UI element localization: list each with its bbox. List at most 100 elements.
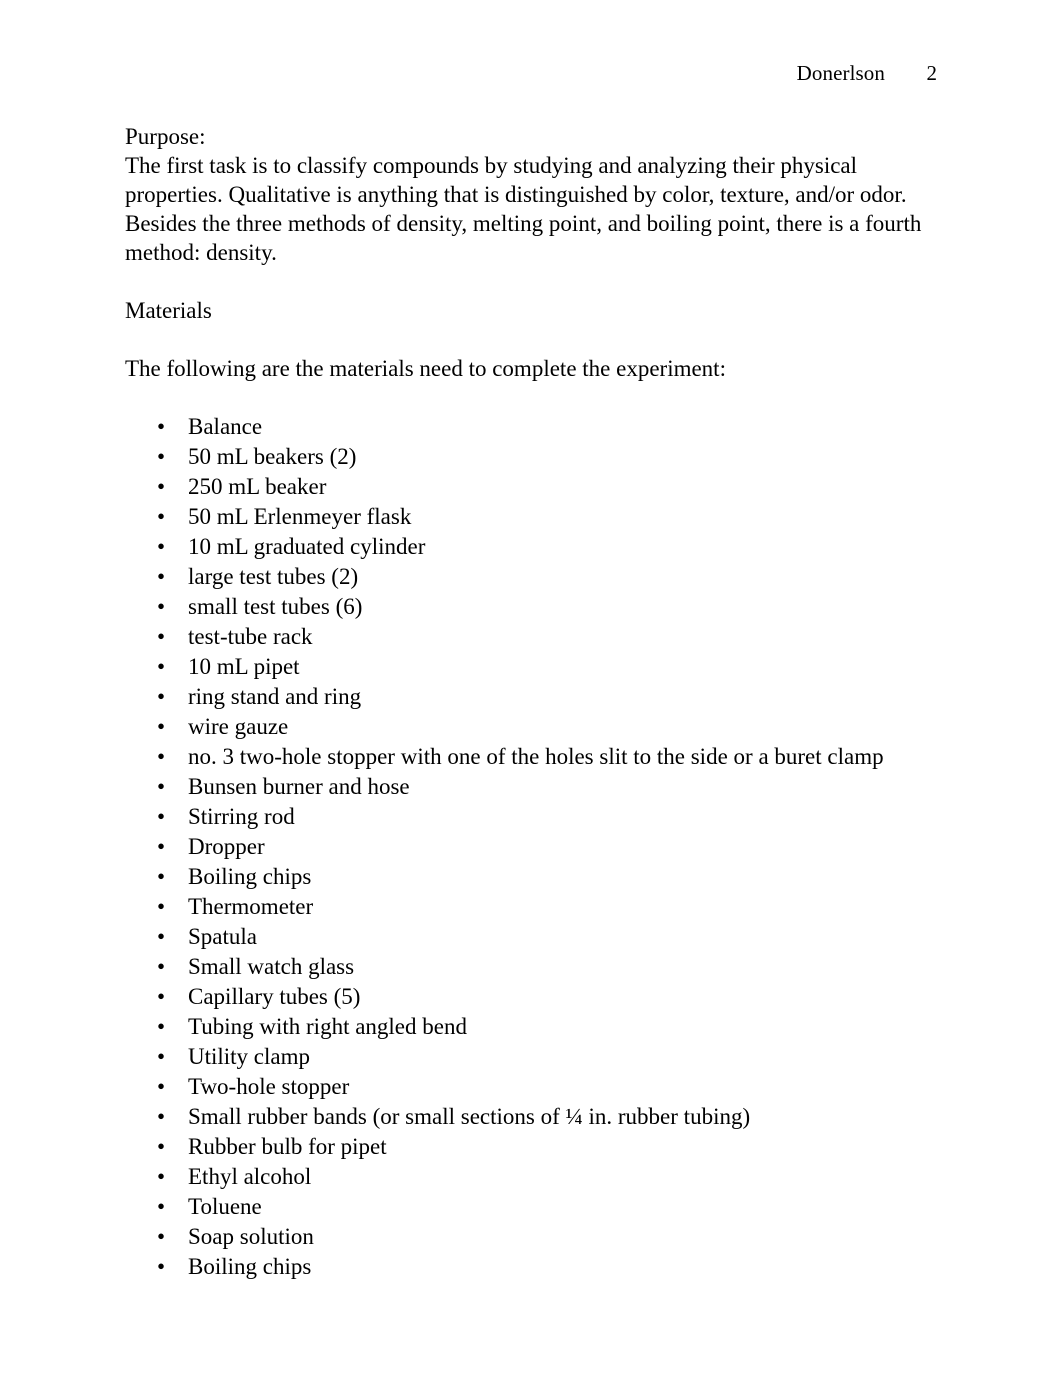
list-item-label: Small watch glass (188, 954, 355, 979)
list-item: • Small rubber bands (or small sections o… (125, 1102, 925, 1132)
header-author-name: Donerlson (796, 61, 885, 85)
list-item-label: 10 mL graduated cylinder (188, 534, 426, 559)
materials-lead-in: The following are the materials need to … (125, 356, 726, 381)
list-item: • Spatula (125, 922, 925, 952)
list-item-label: 50 mL beakers (2) (188, 444, 357, 469)
list-item-label: Boiling chips (188, 1254, 312, 1279)
materials-heading: Materials (125, 298, 212, 323)
list-item: • Balance (125, 412, 925, 442)
bullet-icon: • (157, 1014, 166, 1039)
bullet-icon: • (157, 744, 166, 769)
bullet-icon: • (157, 564, 166, 589)
list-item: • test-tube rack (125, 622, 925, 652)
bullet-icon: • (157, 1044, 166, 1069)
bullet-icon: • (157, 1134, 166, 1159)
bullet-icon: • (157, 624, 166, 649)
list-item: • 50 mL beakers (2) (125, 442, 925, 472)
list-item-label: large test tubes (2) (188, 564, 359, 589)
list-item: • Stirring rod (125, 802, 925, 832)
heading-spacer (125, 325, 925, 354)
bullet-icon: • (157, 1074, 166, 1099)
list-item: • small test tubes (6) (125, 592, 925, 622)
bullet-icon: • (157, 594, 166, 619)
list-item-label: Tubing with right angled bend (188, 1014, 467, 1039)
list-item-label: Balance (188, 414, 263, 439)
list-item: • Rubber bulb for pipet (125, 1132, 925, 1162)
list-item-label: Spatula (188, 924, 257, 949)
list-item-label: ring stand and ring (188, 684, 362, 709)
materials-list: • Balance • 50 mL beakers (2) • 250 mL beaker… (125, 412, 925, 1282)
bullet-icon: • (157, 1224, 166, 1249)
bullet-icon: • (157, 684, 166, 709)
list-item: • Two-hole stopper (125, 1072, 925, 1102)
list-item: • wire gauze (125, 712, 925, 742)
list-item: • Small watch glass (125, 952, 925, 982)
list-item-label: Stirring rod (188, 804, 295, 829)
purpose-label: Purpose: (125, 124, 206, 149)
list-item-label: Small rubber bands (or small sections of… (188, 1104, 751, 1129)
list-item-label: Rubber bulb for pipet (188, 1134, 387, 1159)
bullet-icon: • (157, 504, 166, 529)
bullet-icon: • (157, 954, 166, 979)
list-item: • Boiling chips (125, 1252, 925, 1282)
bullet-icon: • (157, 1104, 166, 1129)
list-item: • 250 mL beaker (125, 472, 925, 502)
bullet-icon: • (157, 1164, 166, 1189)
list-item-label: small test tubes (6) (188, 594, 363, 619)
running-header: Donerlson 2 (125, 60, 937, 86)
list-item: • ring stand and ring (125, 682, 925, 712)
list-item-label: Thermometer (188, 894, 314, 919)
list-item: • 10 mL graduated cylinder (125, 532, 925, 562)
list-item-label: Bunsen burner and hose (188, 774, 410, 799)
list-item: • Soap solution (125, 1222, 925, 1252)
list-item: • Toluene (125, 1192, 925, 1222)
bullet-icon: • (157, 534, 166, 559)
bullet-icon: • (157, 864, 166, 889)
list-item: • Utility clamp (125, 1042, 925, 1072)
list-item-label: Capillary tubes (5) (188, 984, 361, 1009)
list-item: • 50 mL Erlenmeyer flask (125, 502, 925, 532)
list-item-label: wire gauze (188, 714, 289, 739)
list-item-label: 250 mL beaker (188, 474, 327, 499)
purpose-paragraph: The first task is to classify compounds … (125, 153, 922, 265)
bullet-icon: • (157, 924, 166, 949)
bullet-icon: • (157, 1194, 166, 1219)
list-item-label: Soap solution (188, 1224, 314, 1249)
list-item: • no. 3 two-hole stopper with one of the … (125, 742, 925, 772)
list-item: • Dropper (125, 832, 925, 862)
bullet-icon: • (157, 804, 166, 829)
list-item: • Tubing with right angled bend (125, 1012, 925, 1042)
bullet-icon: • (157, 444, 166, 469)
header-page-number: 2 (926, 61, 938, 85)
list-item-label: 50 mL Erlenmeyer flask (188, 504, 412, 529)
list-item: • Ethyl alcohol (125, 1162, 925, 1192)
list-item-label: Ethyl alcohol (188, 1164, 312, 1189)
list-item: • Bunsen burner and hose (125, 772, 925, 802)
document-body: Purpose: The first task is to classify c… (125, 122, 925, 1282)
document-page: Donerlson 2 Purpose: The first task is t… (0, 0, 1062, 1376)
list-item: • 10 mL pipet (125, 652, 925, 682)
list-item-label: Boiling chips (188, 864, 312, 889)
bullet-icon: • (157, 984, 166, 1009)
bullet-icon: • (157, 474, 166, 499)
bullet-icon: • (157, 1254, 166, 1279)
list-item: • Capillary tubes (5) (125, 982, 925, 1012)
bullet-icon: • (157, 834, 166, 859)
list-item: • large test tubes (2) (125, 562, 925, 592)
list-item: • Boiling chips (125, 862, 925, 892)
bullet-icon: • (157, 714, 166, 739)
bullet-icon: • (157, 894, 166, 919)
list-item-label: Toluene (188, 1194, 262, 1219)
bullet-icon: • (157, 654, 166, 679)
list-item-label: 10 mL pipet (188, 654, 300, 679)
list-item-label: Two-hole stopper (188, 1074, 350, 1099)
list-item-label: Dropper (188, 834, 265, 859)
bullet-icon: • (157, 774, 166, 799)
list-item-label: Utility clamp (188, 1044, 311, 1069)
list-item-label: test-tube rack (188, 624, 313, 649)
list-item: • Thermometer (125, 892, 925, 922)
list-item-label: no. 3 two-hole stopper with one of the h… (188, 744, 884, 769)
bullet-icon: • (157, 414, 166, 439)
